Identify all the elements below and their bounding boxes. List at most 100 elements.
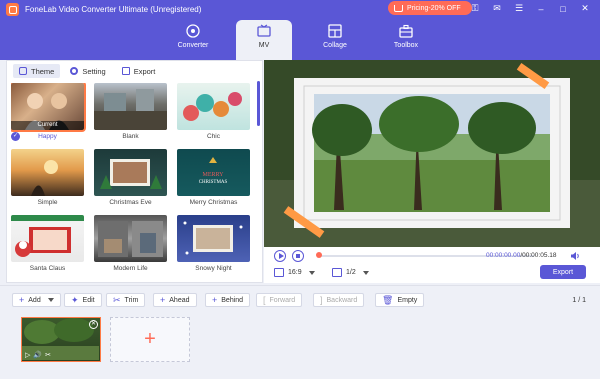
- theme-panel: Theme Setting Export Current ✓ Happy Bla…: [6, 60, 263, 283]
- aspect-ratio-value: 16:9: [288, 269, 302, 276]
- remove-clip-icon[interactable]: ✕: [89, 320, 98, 329]
- tab-toolbox-label: Toolbox: [393, 42, 419, 49]
- stop-button[interactable]: [292, 250, 304, 262]
- theme-label: Simple: [37, 199, 58, 206]
- theme-christmas-eve[interactable]: Christmas Eve: [94, 149, 167, 206]
- theme-label: Merry Christmas: [189, 199, 238, 206]
- theme-thumbnail: [11, 215, 84, 262]
- check-icon: ✓: [11, 132, 20, 141]
- subtab-theme[interactable]: Theme: [13, 64, 61, 78]
- aspect-ratio-select[interactable]: 16:9: [274, 268, 315, 277]
- chat-icon[interactable]: ✉: [486, 2, 508, 15]
- christmas-eve-thumbnail-art: [100, 159, 162, 189]
- add-clip-button[interactable]: +: [110, 317, 190, 362]
- split-select[interactable]: 1/2: [332, 268, 369, 277]
- theme-chic[interactable]: Chic: [177, 83, 250, 140]
- aspect-ratio-icon: [274, 268, 284, 277]
- backward-button[interactable]: ] Backward: [313, 293, 365, 307]
- modern-life-thumbnail-art: [98, 221, 163, 257]
- theme-scrollbar[interactable]: [257, 81, 260, 126]
- theme-snowy-night[interactable]: Snowy Night: [177, 215, 250, 272]
- theme-thumbnail: [94, 83, 167, 130]
- subtab-setting-label: Setting: [82, 66, 106, 76]
- page-indicator: 1 / 1: [572, 297, 586, 304]
- theme-blank[interactable]: Blank: [94, 83, 167, 140]
- theme-simple[interactable]: Simple: [11, 149, 84, 206]
- theme-santa-claus[interactable]: Santa Claus: [11, 215, 84, 272]
- clip-timeline: ✕ ▷ 🔊 ✂ +: [0, 313, 600, 379]
- promo-label: Pricing-20% OFF: [407, 4, 461, 12]
- menu-icon[interactable]: ☰: [508, 2, 530, 15]
- theme-thumbnail: [177, 215, 250, 262]
- preview-frame-art: [264, 60, 600, 247]
- progress-handle[interactable]: [316, 252, 322, 258]
- export-button[interactable]: Export: [540, 265, 586, 279]
- theme-thumbnail: [11, 149, 84, 196]
- subtab-bar: Theme Setting Export: [7, 61, 262, 81]
- bracket-left-icon: [: [263, 295, 266, 305]
- add-button[interactable]: + Add: [12, 293, 61, 307]
- collage-icon: [328, 24, 342, 38]
- maximize-icon[interactable]: □: [552, 2, 574, 15]
- current-time: 00:00:00.00: [486, 252, 521, 259]
- key-icon[interactable]: ⚿: [464, 2, 486, 15]
- tab-mv-label: MV: [258, 42, 270, 49]
- tab-collage[interactable]: Collage: [307, 20, 363, 60]
- theme-modern-life[interactable]: Modern Life: [94, 215, 167, 272]
- trash-icon: 🗑: [382, 294, 394, 305]
- subtab-export[interactable]: Export: [116, 64, 162, 78]
- empty-button[interactable]: 🗑 Empty: [375, 293, 425, 307]
- timeline-clip[interactable]: ✕ ▷ 🔊 ✂: [21, 317, 101, 362]
- theme-happy[interactable]: Current ✓ Happy: [11, 83, 86, 141]
- behind-button[interactable]: + Behind: [205, 293, 251, 307]
- pricing-promo-button[interactable]: Pricing-20% OFF: [388, 1, 472, 15]
- play-button[interactable]: [274, 250, 286, 262]
- scissors-icon[interactable]: ✂: [45, 351, 51, 359]
- video-preview: [264, 60, 600, 247]
- minimize-icon[interactable]: –: [530, 2, 552, 15]
- chevron-down-icon: [47, 298, 54, 302]
- snowy-night-thumbnail-art: [183, 221, 243, 255]
- theme-label: Modern Life: [113, 265, 148, 272]
- clip-toolbar: + Add ✦ Edit ✂ Trim + Ahead + Behind [ F…: [0, 285, 600, 313]
- grid-icon: [19, 67, 27, 75]
- cart-icon: [394, 4, 403, 12]
- clip-actions: ▷ 🔊 ✂: [25, 351, 51, 359]
- volume-icon[interactable]: [570, 251, 580, 261]
- theme-thumbnail: [177, 83, 250, 130]
- ahead-button[interactable]: + Ahead: [153, 293, 197, 307]
- theme-thumbnail: Current: [11, 83, 86, 132]
- mv-icon: [257, 24, 271, 37]
- add-label: Add: [28, 296, 41, 304]
- ahead-label: Ahead: [169, 296, 190, 304]
- merry-christmas-thumbnail-art: MERRY CHRISTMAS: [199, 157, 228, 185]
- edit-button[interactable]: ✦ Edit: [64, 293, 102, 307]
- theme-label: Happy: [38, 133, 57, 140]
- theme-label: Santa Claus: [29, 265, 66, 272]
- blank-thumbnail-art: [94, 89, 167, 130]
- edit-label: Edit: [82, 296, 95, 304]
- forward-button[interactable]: [ Forward: [256, 293, 303, 307]
- tab-converter[interactable]: Converter: [165, 20, 221, 60]
- plus-icon: +: [144, 328, 156, 350]
- player-controls: 00:00:00.00/00:00:05.18 16:9 1/2 Export: [264, 247, 600, 283]
- theme-merry-christmas[interactable]: MERRY CHRISTMAS Merry Christmas: [177, 149, 250, 206]
- trim-label: Trim: [124, 296, 139, 304]
- converter-icon: [186, 24, 200, 38]
- trim-button[interactable]: ✂ Trim: [106, 293, 146, 307]
- tab-mv[interactable]: MV: [236, 20, 292, 60]
- current-badge: Current: [11, 121, 84, 130]
- close-icon[interactable]: ✕: [574, 2, 596, 15]
- window-controls: ⚿ ✉ ☰ – □ ✕: [464, 2, 596, 15]
- subtab-setting[interactable]: Setting: [64, 64, 111, 78]
- tab-toolbox[interactable]: Toolbox: [378, 20, 434, 60]
- magic-wand-icon: ✦: [71, 294, 79, 305]
- theme-thumbnail: [94, 149, 167, 196]
- split-value: 1/2: [346, 269, 356, 276]
- simple-thumbnail-art: [31, 160, 58, 196]
- theme-label: Blank: [122, 133, 139, 140]
- play-icon[interactable]: ▷: [25, 351, 30, 359]
- app-title: FoneLab Video Converter Ultimate (Unregi…: [25, 5, 202, 14]
- volume-icon[interactable]: 🔊: [33, 351, 42, 359]
- theme-label: Snowy Night: [195, 265, 232, 272]
